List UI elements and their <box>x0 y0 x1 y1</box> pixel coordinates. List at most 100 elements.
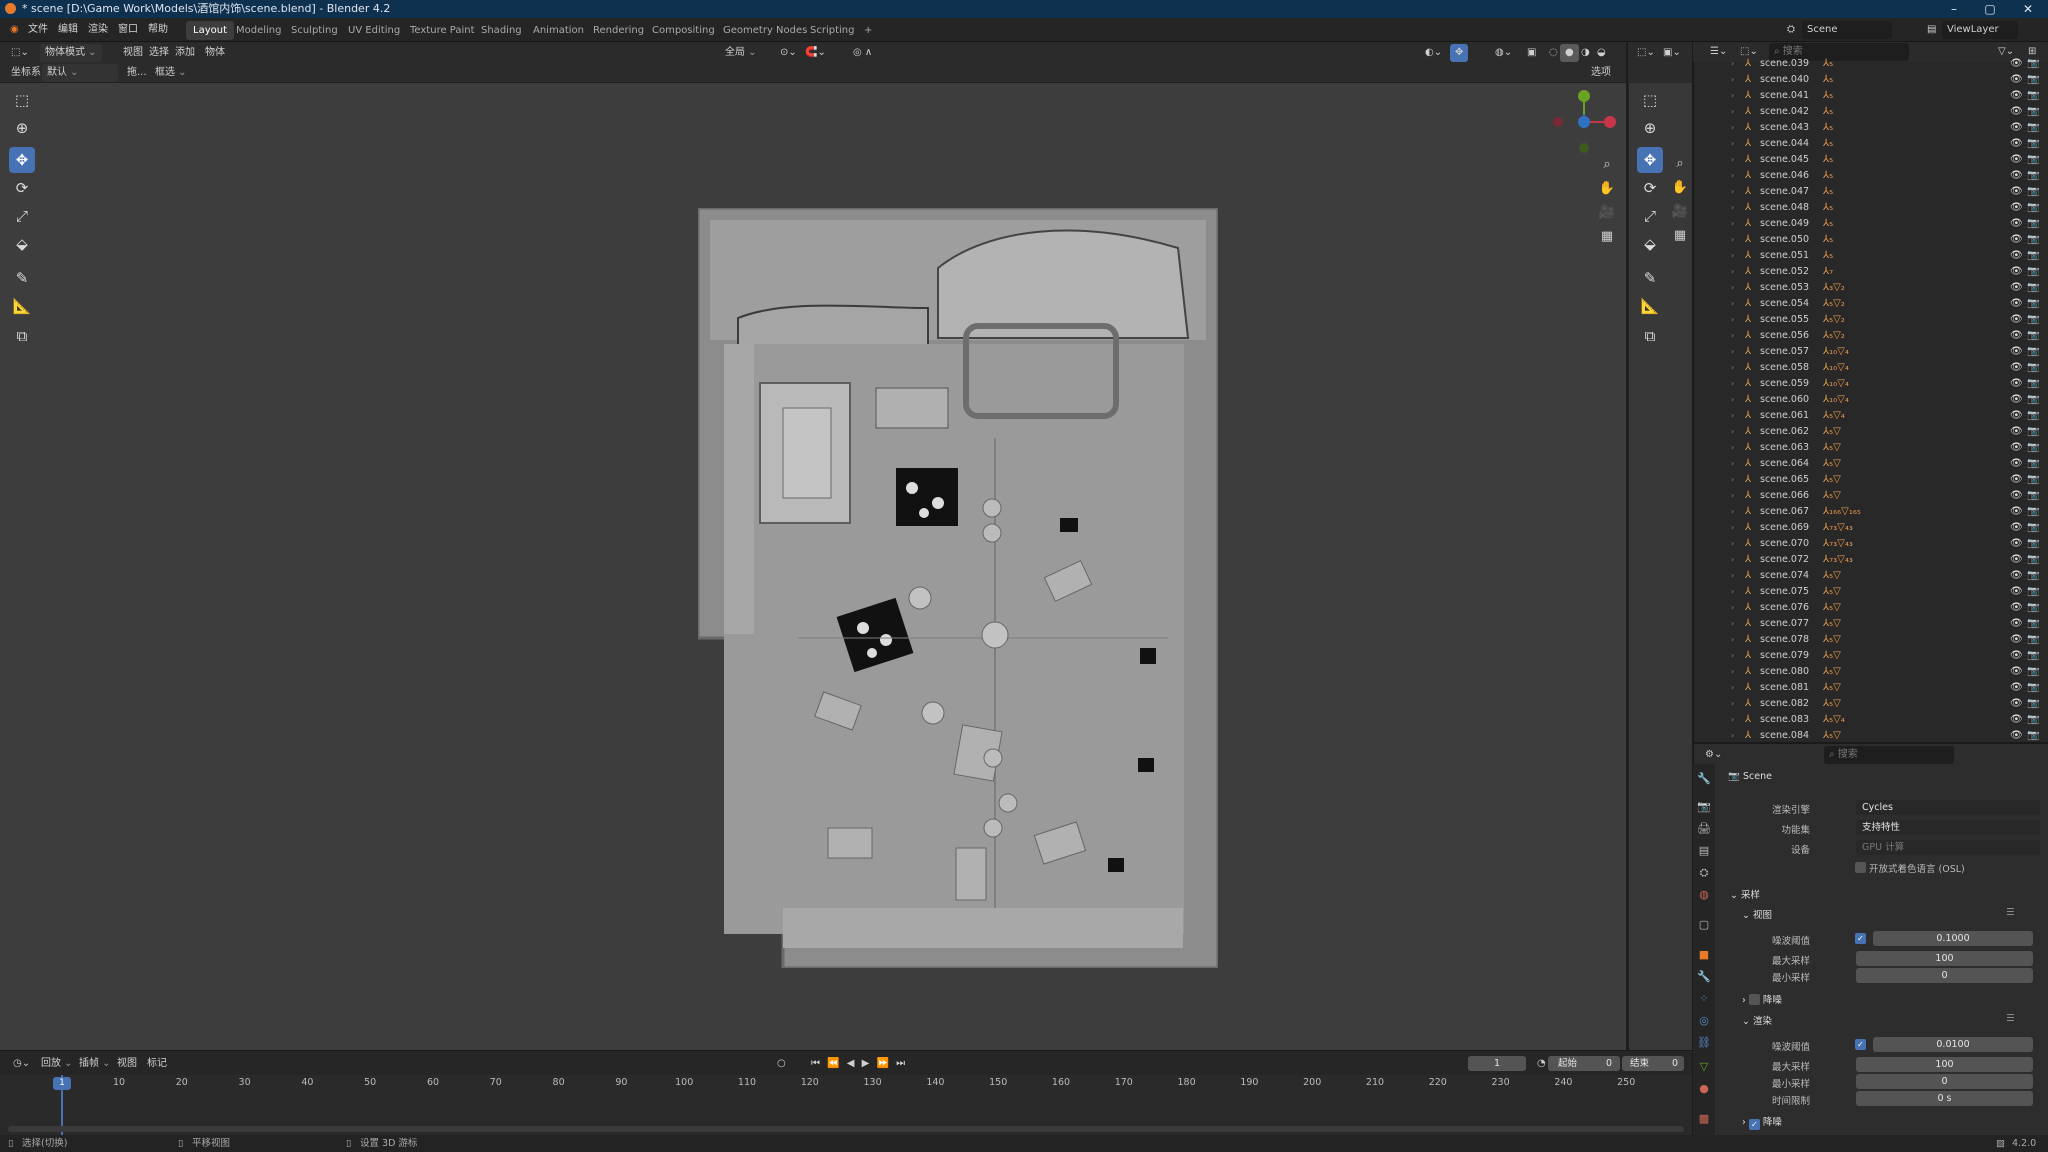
visibility-icon[interactable]: ◐⌄ <box>1420 44 1447 62</box>
render-camera-icon[interactable]: 📷 <box>2027 568 2039 584</box>
tab-scripting[interactable]: Scripting <box>803 21 861 40</box>
render-camera-icon[interactable]: 📷 <box>2027 392 2039 408</box>
render-engine-dropdown[interactable]: Cycles <box>1856 800 2040 815</box>
outliner-row[interactable]: › ⅄ scene.075 ⅄₅▽ 👁 📷 <box>1693 584 2048 600</box>
xray-icon[interactable]: ▣ <box>1522 44 1541 62</box>
tab-layout[interactable]: Layout <box>186 21 234 40</box>
tab-texture-paint[interactable]: Texture Paint <box>403 21 482 40</box>
visibility-eye-icon[interactable]: 👁 <box>2010 568 2023 584</box>
outliner-row[interactable]: › ⅄ scene.056 ⅄₅▽₂ 👁 📷 <box>1693 328 2048 344</box>
add-workspace-icon[interactable]: + <box>857 21 879 40</box>
outliner-row[interactable]: › ⅄ scene.047 ⅄₅ 👁 📷 <box>1693 184 2048 200</box>
device-dropdown[interactable]: GPU 计算 <box>1856 840 2040 855</box>
transform-tool-icon[interactable]: ⬙ <box>9 231 35 257</box>
timeline-scrollbar[interactable] <box>8 1126 1684 1132</box>
visibility-eye-icon[interactable]: 👁 <box>2010 56 2023 72</box>
render-camera-icon[interactable]: 📷 <box>2027 136 2039 152</box>
visibility-eye-icon[interactable]: 👁 <box>2010 296 2023 312</box>
tab-modeling[interactable]: Modeling <box>229 21 289 40</box>
outliner-row[interactable]: › ⅄ scene.045 ⅄₅ 👁 📷 <box>1693 152 2048 168</box>
outliner-row[interactable]: › ⅄ scene.065 ⅄₅▽ 👁 📷 <box>1693 472 2048 488</box>
transform-orientation-dropdown[interactable]: 全局 <box>720 44 762 62</box>
render-camera-icon[interactable]: 📷 <box>2027 360 2039 376</box>
view-layer-selector[interactable]: ViewLayer <box>1942 21 2018 39</box>
outliner-row[interactable]: › ⅄ scene.072 ⅄₇₃▽₄₃ 👁 📷 <box>1693 552 2048 568</box>
expand-arrow-icon[interactable]: › <box>1731 152 1734 168</box>
outliner-row[interactable]: › ⅄ scene.082 ⅄₅▽ 👁 📷 <box>1693 696 2048 712</box>
menu-object[interactable]: 物体 <box>200 44 230 62</box>
outliner-row[interactable]: › ⅄ scene.060 ⅄₁₀▽₄ 👁 📷 <box>1693 392 2048 408</box>
outliner-row[interactable]: › ⅄ scene.059 ⅄₁₀▽₄ 👁 📷 <box>1693 376 2048 392</box>
outliner-row[interactable]: › ⅄ scene.063 ⅄₅▽ 👁 📷 <box>1693 440 2048 456</box>
render-camera-icon[interactable]: 📷 <box>2027 600 2039 616</box>
properties-search-input[interactable]: ⌕ 搜索 <box>1824 746 1954 764</box>
expand-arrow-icon[interactable]: › <box>1731 104 1734 120</box>
render-camera-icon[interactable]: 📷 <box>2027 248 2039 264</box>
expand-arrow-icon[interactable]: › <box>1731 440 1734 456</box>
render-camera-icon[interactable]: 📷 <box>2027 584 2039 600</box>
outliner-row[interactable]: › ⅄ scene.055 ⅄₅▽₂ 👁 📷 <box>1693 312 2048 328</box>
vp-min-samples-field[interactable]: 0 <box>1856 968 2033 983</box>
expand-arrow-icon[interactable]: › <box>1731 648 1734 664</box>
menu-file[interactable]: 文件 <box>24 18 52 42</box>
render-camera-icon[interactable]: 📷 <box>2027 504 2039 520</box>
render-camera-icon[interactable]: 📷 <box>2027 696 2039 712</box>
r-max-samples-field[interactable]: 100 <box>1856 1057 2033 1072</box>
render-camera-icon[interactable]: 📷 <box>2027 56 2039 72</box>
expand-arrow-icon[interactable]: › <box>1731 408 1734 424</box>
outliner-row[interactable]: › ⅄ scene.039 ⅄₅ 👁 📷 <box>1693 56 2048 72</box>
expand-arrow-icon[interactable]: › <box>1731 328 1734 344</box>
render-camera-icon[interactable]: 📷 <box>2027 664 2039 680</box>
visibility-eye-icon[interactable]: 👁 <box>2010 200 2023 216</box>
render-camera-icon[interactable]: 📷 <box>2027 632 2039 648</box>
visibility-eye-icon[interactable]: 👁 <box>2010 312 2023 328</box>
outliner-row[interactable]: › ⅄ scene.061 ⅄₅▽₄ 👁 📷 <box>1693 408 2048 424</box>
secondary-annotate-tool-icon[interactable]: ✎ <box>1637 265 1663 291</box>
r-noise-checkbox[interactable]: ✓ <box>1855 1039 1866 1050</box>
render-camera-icon[interactable]: 📷 <box>2027 328 2039 344</box>
visibility-eye-icon[interactable]: 👁 <box>2010 696 2023 712</box>
tab-shading[interactable]: Shading <box>474 21 529 40</box>
outliner-row[interactable]: › ⅄ scene.066 ⅄₅▽ 👁 📷 <box>1693 488 2048 504</box>
outliner-row[interactable]: › ⅄ scene.076 ⅄₅▽ 👁 📷 <box>1693 600 2048 616</box>
scene-icon[interactable]: ⛭ <box>1782 21 1800 39</box>
outliner-row[interactable]: › ⅄ scene.044 ⅄₅ 👁 📷 <box>1693 136 2048 152</box>
outliner-row[interactable]: › ⅄ scene.048 ⅄₅ 👁 📷 <box>1693 200 2048 216</box>
visibility-eye-icon[interactable]: 👁 <box>2010 344 2023 360</box>
visibility-eye-icon[interactable]: 👁 <box>2010 504 2023 520</box>
tab-animation[interactable]: Animation <box>526 21 591 40</box>
add-cube-tool-icon[interactable]: ⧉ <box>9 323 35 349</box>
render-subpanel-header[interactable]: ⌄ 渲染 <box>1742 1013 1772 1027</box>
world-tab-icon[interactable]: ◍ <box>1697 888 1711 902</box>
secondary-editor-type-icon[interactable]: ⬚⌄ <box>1632 44 1660 62</box>
expand-arrow-icon[interactable]: › <box>1731 712 1734 728</box>
scene-tab-icon[interactable]: ⛭ <box>1697 866 1711 880</box>
r-denoise-subpanel[interactable]: › ✓ 降噪 <box>1742 1114 1782 1130</box>
render-camera-icon[interactable]: 📷 <box>2027 472 2039 488</box>
pivot-icon[interactable]: ⊙⌄ <box>775 44 802 62</box>
outliner-row[interactable]: › ⅄ scene.051 ⅄₅ 👁 📷 <box>1693 248 2048 264</box>
expand-arrow-icon[interactable]: › <box>1731 696 1734 712</box>
expand-arrow-icon[interactable]: › <box>1731 312 1734 328</box>
tab-sculpting[interactable]: Sculpting <box>284 21 345 40</box>
expand-arrow-icon[interactable]: › <box>1731 88 1734 104</box>
minimize-icon[interactable]: – <box>1938 0 1970 18</box>
visibility-eye-icon[interactable]: 👁 <box>2010 600 2023 616</box>
expand-arrow-icon[interactable]: › <box>1731 136 1734 152</box>
outliner-row[interactable]: › ⅄ scene.050 ⅄₅ 👁 📷 <box>1693 232 2048 248</box>
timeline-editor-icon[interactable]: ◷⌄ <box>8 1055 35 1073</box>
expand-arrow-icon[interactable]: › <box>1731 424 1734 440</box>
visibility-eye-icon[interactable]: 👁 <box>2010 104 2023 120</box>
r-denoise-checkbox[interactable]: ✓ <box>1748 1119 1760 1130</box>
move-tool-icon[interactable]: ✥ <box>9 147 35 173</box>
render-camera-icon[interactable]: 📷 <box>2027 424 2039 440</box>
tavern-model[interactable] <box>698 208 1218 968</box>
expand-arrow-icon[interactable]: › <box>1731 248 1734 264</box>
vp-max-samples-field[interactable]: 100 <box>1856 951 2033 966</box>
vp-denoise-checkbox[interactable] <box>1748 994 1760 1005</box>
outliner-row[interactable]: › ⅄ scene.080 ⅄₅▽ 👁 📷 <box>1693 664 2048 680</box>
vp-noise-field[interactable]: 0.1000 <box>1873 931 2033 946</box>
vp-denoise-subpanel[interactable]: › 降噪 <box>1742 992 1782 1006</box>
expand-arrow-icon[interactable]: › <box>1731 168 1734 184</box>
visibility-eye-icon[interactable]: 👁 <box>2010 536 2023 552</box>
